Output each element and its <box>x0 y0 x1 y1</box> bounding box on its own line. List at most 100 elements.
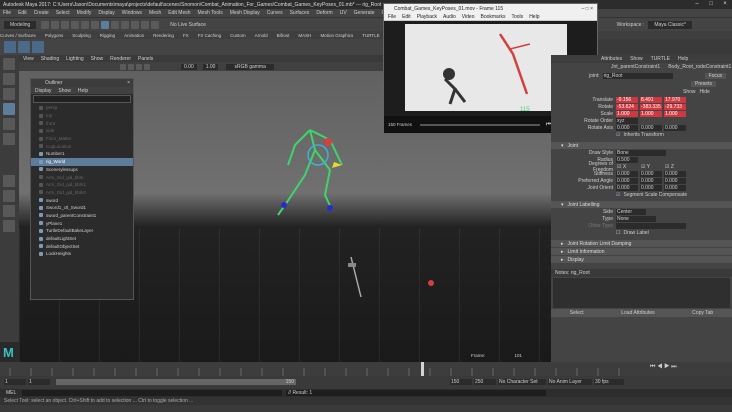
character-rig[interactable] <box>270 120 360 220</box>
close-icon[interactable]: × <box>718 0 732 9</box>
stiffness-z-field[interactable]: 0.000 <box>664 170 686 177</box>
render-icon[interactable] <box>131 20 140 29</box>
fps-dropdown[interactable]: 30 fps <box>594 378 624 385</box>
attribute-tab[interactable]: TURTLE <box>651 56 670 62</box>
layout-outliner-icon[interactable] <box>3 205 15 217</box>
outliner-search-input[interactable] <box>33 95 131 103</box>
load-attributes-button[interactable]: Load Attributes <box>621 310 654 316</box>
list-item[interactable]: TurtleDefaultBakeLayer <box>31 227 133 235</box>
rotation-limit-section[interactable]: ▸ Joint Rotation Limit Damping <box>551 240 732 247</box>
player-menu-item[interactable]: Edit <box>402 14 411 20</box>
outliner-menu-item[interactable]: Display <box>35 88 51 94</box>
rotate-order-dropdown[interactable]: xyz <box>616 117 638 124</box>
color-space-dropdown[interactable]: sRGB gamma <box>226 63 274 70</box>
scale-y-field[interactable]: 1.000 <box>640 110 662 117</box>
presets-button[interactable]: Presets <box>691 81 716 87</box>
focus-button[interactable]: Focus <box>704 72 727 79</box>
pref-z-field[interactable]: 0.000 <box>664 177 686 184</box>
player-menu-item[interactable]: Video <box>462 14 475 20</box>
menu-item[interactable]: Deform <box>316 10 332 16</box>
shelf-tab[interactable]: Polygons <box>45 33 64 38</box>
shelf-tool-icon[interactable] <box>4 41 16 53</box>
new-scene-icon[interactable] <box>41 20 50 29</box>
labelling-section[interactable]: ▾ Joint Labelling <box>551 201 732 208</box>
camera-icon[interactable] <box>120 63 126 70</box>
outliner-menu-item[interactable]: Help <box>78 88 88 94</box>
list-item[interactable]: CopLocation <box>31 142 133 150</box>
snap-curve-icon[interactable] <box>111 20 120 29</box>
open-scene-icon[interactable] <box>51 20 60 29</box>
menu-item[interactable]: Curves <box>267 10 283 16</box>
radius-field[interactable]: 0.500 <box>616 156 638 163</box>
rotate-y-field[interactable]: -383.335 <box>640 103 662 110</box>
playback-controls-icon[interactable]: ⏮ ◀ ▶ ⏭ <box>650 364 677 371</box>
viewport-menu-item[interactable]: Panels <box>138 56 153 62</box>
menu-item[interactable]: Select <box>56 10 70 16</box>
viewport-menu-item[interactable]: View <box>23 56 34 62</box>
list-item[interactable]: Floor_Matter <box>31 135 133 143</box>
workspace-dropdown[interactable]: Maya Classic* <box>648 20 692 29</box>
limit-info-section[interactable]: ▸ Limit Information <box>551 248 732 255</box>
close-icon[interactable]: – □ × <box>582 6 594 12</box>
move-tool-icon[interactable] <box>3 103 15 115</box>
shelf-tab[interactable]: MASH <box>298 33 311 38</box>
checkbox-icon[interactable]: ☑ <box>616 192 620 198</box>
attribute-tab[interactable]: Help <box>678 56 688 62</box>
scale-z-field[interactable]: 1.000 <box>664 110 686 117</box>
player-menu-item[interactable]: File <box>388 14 396 20</box>
layout-single-icon[interactable] <box>3 175 15 187</box>
rotate-axis-z-field[interactable]: 0.000 <box>664 124 686 131</box>
menu-item[interactable]: Windows <box>122 10 142 16</box>
type-dropdown[interactable]: None <box>616 215 656 222</box>
node-tab-b[interactable]: Body_Root_rodeConstraint1 <box>668 64 731 70</box>
list-item[interactable]: top <box>31 112 133 120</box>
menu-item[interactable]: Generate <box>354 10 375 16</box>
list-item[interactable]: defaultObjectSet <box>31 242 133 250</box>
layout-graph-icon[interactable] <box>3 220 15 232</box>
player-menu-item[interactable]: Help <box>529 14 539 20</box>
display-section[interactable]: ▸ Display <box>551 256 732 263</box>
dof-y[interactable]: ☑ Y <box>640 164 662 170</box>
menu-item[interactable]: Edit Mesh <box>168 10 190 16</box>
list-item[interactable]: side <box>31 127 133 135</box>
list-item[interactable]: Sword1_ctl_Sword1 <box>31 204 133 212</box>
current-frame-marker[interactable] <box>421 362 424 376</box>
list-item[interactable]: rig_World <box>31 157 133 166</box>
orient-z-field[interactable]: 0.000 <box>664 184 686 191</box>
list-item[interactable]: front <box>31 119 133 127</box>
shelf-tab[interactable]: Custom <box>230 33 246 38</box>
range-bar[interactable]: 150 <box>56 378 296 385</box>
rotate-x-field[interactable]: -53.624 <box>616 103 638 110</box>
shelf-tab[interactable]: TURTLE <box>362 33 379 38</box>
stiffness-x-field[interactable]: 0.000 <box>616 170 638 177</box>
menu-item[interactable]: Mesh Tools <box>198 10 223 16</box>
dof-z[interactable]: ☑ Z <box>664 164 686 170</box>
list-item[interactable]: sword <box>31 196 133 204</box>
list-item[interactable]: Arm_Gid_gid_bbrk1 <box>31 181 133 189</box>
rotate-z-field[interactable]: -29.733 <box>664 103 686 110</box>
checkbox-icon[interactable]: ☑ <box>616 132 620 138</box>
character-set-dropdown[interactable]: No Character Set <box>498 378 546 385</box>
far-clip-value[interactable]: 1.00 <box>202 63 219 70</box>
time-slider[interactable]: ⏮ ◀ ▶ ⏭ <box>0 362 732 376</box>
list-item[interactable]: defaultLightSet <box>31 235 133 243</box>
dof-x[interactable]: ☑ X <box>616 164 638 170</box>
mode-dropdown[interactable]: Modeling <box>4 20 37 29</box>
scale-x-field[interactable]: 1.000 <box>616 110 638 117</box>
wireframe-icon[interactable] <box>128 63 134 70</box>
pref-x-field[interactable]: 0.000 <box>616 177 638 184</box>
maximize-icon[interactable]: □ <box>704 0 718 9</box>
shelf-tab[interactable]: FX <box>183 33 189 38</box>
viewport-menu-item[interactable]: Show <box>91 56 104 62</box>
list-item[interactable]: Arm_Gid_gid_bbrk <box>31 173 133 181</box>
player-scrubber[interactable] <box>420 123 541 126</box>
ipr-render-icon[interactable] <box>141 20 150 29</box>
textured-icon[interactable] <box>144 63 150 70</box>
range-end-field[interactable]: 150 <box>450 378 472 385</box>
list-item[interactable]: Arm_Gid_gid_bbrk2 <box>31 189 133 197</box>
translate-x-field[interactable]: -9.156 <box>616 96 638 103</box>
range-start-field[interactable]: 1 <box>28 378 50 385</box>
rotate-axis-y-field[interactable]: 0.000 <box>640 124 662 131</box>
player-menu-item[interactable]: Playback <box>417 14 437 20</box>
menu-item[interactable]: Display <box>98 10 114 16</box>
